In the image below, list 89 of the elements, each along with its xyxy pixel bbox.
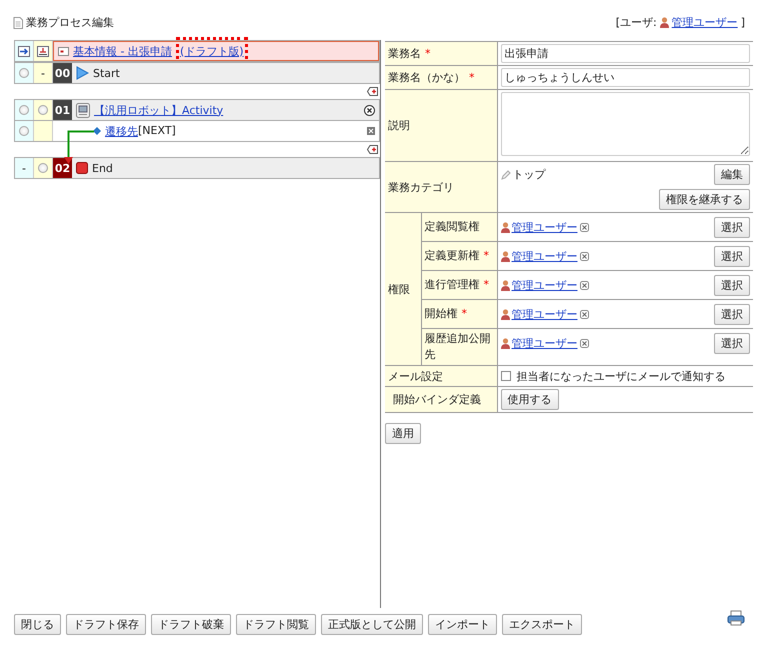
footer-button[interactable]: ドラフト保存 xyxy=(66,614,146,635)
user-link[interactable]: 管理ユーザー xyxy=(512,336,578,351)
footer-button[interactable]: インポート xyxy=(428,614,497,635)
select-button[interactable]: 選択 xyxy=(714,246,750,267)
card-icon xyxy=(58,46,69,56)
user-link[interactable]: 管理ユーザー xyxy=(512,307,578,322)
user-icon xyxy=(500,222,510,233)
select-button[interactable]: 選択 xyxy=(714,304,750,325)
plus-icon[interactable] xyxy=(367,145,378,154)
printer-icon[interactable] xyxy=(727,610,745,626)
field-label: 業務名（かな） xyxy=(388,71,465,84)
category-value: トップ xyxy=(512,167,546,182)
apply-button[interactable]: 適用 xyxy=(385,423,421,444)
radio-button[interactable] xyxy=(38,105,48,115)
transition-link[interactable]: 遷移先 xyxy=(105,124,138,138)
description-field[interactable] xyxy=(500,92,750,156)
pencil-icon xyxy=(500,170,510,180)
user-link[interactable]: 管理ユーザー xyxy=(512,220,578,235)
process-title-link[interactable]: 基本情報 - 出張申請 xyxy=(73,44,172,58)
footer-button[interactable]: ドラフト閲覧 xyxy=(236,614,316,635)
field-label: 開始バインダ定義 xyxy=(393,393,481,406)
footer-button[interactable]: 閉じる xyxy=(14,614,61,635)
input-field[interactable]: しゅっちょうしんせい xyxy=(500,68,750,87)
diamond-icon xyxy=(93,127,101,135)
page-title: 業務プロセス編集 xyxy=(26,15,114,30)
user-icon xyxy=(500,338,510,349)
user-link[interactable]: 管理ユーザー xyxy=(512,249,578,264)
use-button[interactable]: 使用する xyxy=(500,389,558,410)
remove-icon[interactable] xyxy=(580,281,588,290)
user-link[interactable]: 管理ユーザー xyxy=(512,278,578,293)
user-icon xyxy=(500,251,510,262)
input-field[interactable]: 出張申請 xyxy=(500,44,750,63)
radio-button[interactable] xyxy=(19,105,29,115)
draft-label-link[interactable]: (ドラフト版) xyxy=(180,44,244,58)
remove-icon[interactable] xyxy=(580,223,588,232)
user-icon xyxy=(660,17,669,28)
checkbox[interactable] xyxy=(500,371,510,381)
bracket-text: ] xyxy=(740,16,745,29)
inherit-button[interactable]: 権限を継承する xyxy=(659,189,750,210)
play-icon xyxy=(76,66,89,80)
field-label: 履歴追加公開先 xyxy=(424,332,490,361)
remove-icon[interactable] xyxy=(580,252,588,261)
close-icon[interactable] xyxy=(364,104,375,116)
field-label: 定義更新権 xyxy=(424,249,480,262)
remove-icon[interactable] xyxy=(580,339,588,348)
connector-arrow xyxy=(65,131,95,165)
monitor-icon xyxy=(76,102,90,118)
footer-button[interactable]: ドラフト破棄 xyxy=(151,614,231,635)
radio-button[interactable] xyxy=(38,163,48,173)
dash-text: - xyxy=(22,162,26,174)
user-label: [ユーザ: xyxy=(616,15,657,30)
square-icon[interactable] xyxy=(367,127,375,136)
field-label: 業務カテゴリ xyxy=(388,180,454,194)
field-label: 定義閲覧権 xyxy=(424,220,480,233)
remove-icon[interactable] xyxy=(580,310,588,319)
field-label: メール設定 xyxy=(388,370,443,382)
footer-button[interactable]: 正式版として公開 xyxy=(321,614,423,635)
required-mark: * xyxy=(425,47,430,60)
arrow-box-icon[interactable] xyxy=(18,46,30,56)
required-mark: * xyxy=(484,278,489,291)
node-label: Start xyxy=(93,66,120,80)
stop-icon xyxy=(76,162,88,174)
select-button[interactable]: 選択 xyxy=(714,333,750,354)
document-icon xyxy=(13,16,23,28)
field-label: 説明 xyxy=(388,119,410,132)
user-icon xyxy=(500,309,510,320)
checkbox-label: 担当者になったユーザにメールで通知する xyxy=(516,368,726,384)
select-button[interactable]: 選択 xyxy=(714,217,750,238)
transition-target: [NEXT] xyxy=(138,124,176,138)
user-icon xyxy=(500,280,510,291)
dash-text: - xyxy=(41,66,45,80)
node-number: 00 xyxy=(53,63,72,83)
plus-icon[interactable] xyxy=(367,87,378,96)
node-label: End xyxy=(92,162,113,174)
footer-button[interactable]: エクスポート xyxy=(502,614,582,635)
required-mark: * xyxy=(462,307,467,320)
node-number: 01 xyxy=(53,100,72,120)
tray-icon[interactable] xyxy=(37,46,49,56)
radio-button[interactable] xyxy=(19,68,29,78)
field-label: 権限 xyxy=(388,282,410,296)
required-mark: * xyxy=(484,249,489,262)
user-link[interactable]: 管理ユーザー xyxy=(672,15,738,30)
field-label: 進行管理権 xyxy=(424,278,480,291)
select-button[interactable]: 選択 xyxy=(714,275,750,296)
field-label: 開始権 xyxy=(424,307,458,320)
edit-button[interactable]: 編集 xyxy=(714,164,750,185)
required-mark: * xyxy=(469,71,474,84)
field-label: 業務名 xyxy=(388,47,421,60)
radio-button[interactable] xyxy=(19,126,29,136)
